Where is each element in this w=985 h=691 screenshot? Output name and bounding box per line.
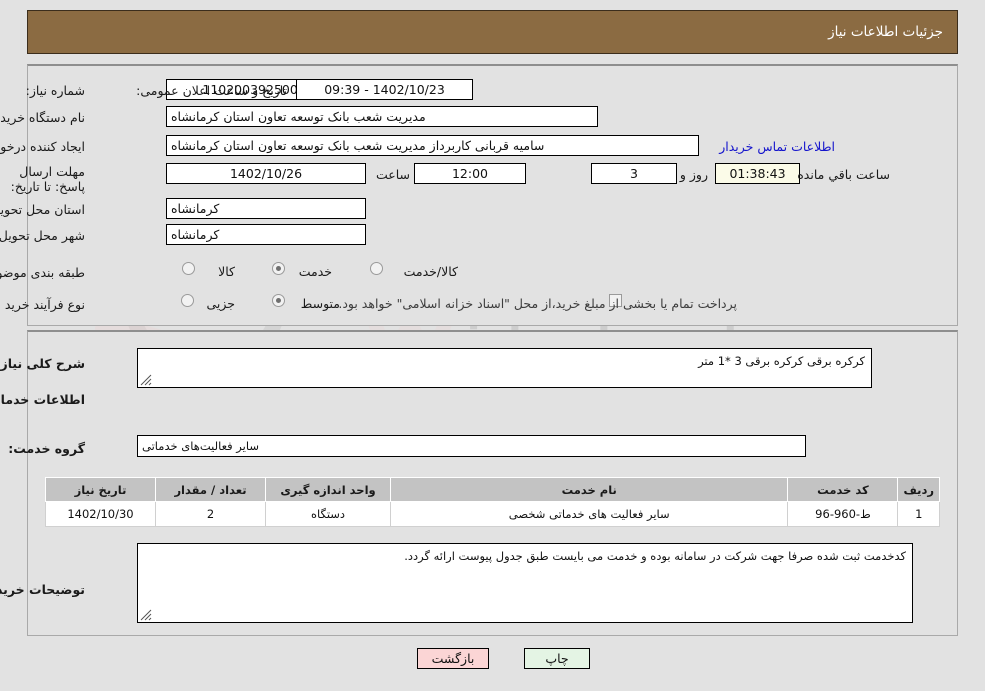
process-option-label-1: متوسط bbox=[300, 296, 340, 311]
category-option-label-2: کالا/خدمت bbox=[403, 264, 458, 279]
table-header-quantity: تعداد / مقدار bbox=[155, 477, 266, 502]
buyer-org-label: نام دستگاه خریدار: bbox=[0, 110, 85, 125]
time-left-field: 01:38:43 bbox=[715, 163, 800, 184]
province-field[interactable]: کرمانشاه bbox=[166, 198, 366, 219]
resize-grip-icon-2[interactable] bbox=[140, 609, 152, 621]
need-number-label: شماره نیاز: bbox=[25, 83, 85, 98]
table-row: 1 ط-960-96 سایر فعالیت های خدماتی شخصی د… bbox=[45, 501, 940, 527]
city-label: شهر محل تحویل: bbox=[0, 228, 85, 243]
cell-quantity: 2 bbox=[155, 501, 266, 527]
table-header-service-name: نام خدمت bbox=[389, 477, 789, 502]
cell-unit: دستگاه bbox=[265, 501, 391, 527]
process-radio-medium[interactable] bbox=[272, 294, 285, 307]
category-radio-goods[interactable] bbox=[182, 262, 195, 275]
process-label: نوع فرآیند خرید : bbox=[0, 297, 85, 312]
buyer-org-field[interactable]: مدیریت شعب بانک توسعه تعاون استان کرمانش… bbox=[166, 106, 598, 127]
announce-datetime-field[interactable]: 1402/10/23 - 09:39 bbox=[296, 79, 473, 100]
province-label: استان محل تحویل: bbox=[0, 202, 85, 217]
cell-need-date: 1402/10/30 bbox=[45, 501, 156, 527]
buyer-notes-textarea[interactable]: کدخدمت ثبت شده صرفا جهت شرکت در سامانه ب… bbox=[137, 543, 913, 623]
table-header-row: ردیف کد خدمت نام خدمت واحد اندازه گیری ت… bbox=[45, 477, 940, 502]
days-left-field[interactable]: 3 bbox=[591, 163, 677, 184]
page-root: AriaTender.net ariatender.net جزئیات اطل… bbox=[0, 0, 985, 691]
category-label: طبقه بندی موضوعی: bbox=[0, 265, 85, 280]
deadline-hour-label: ساعت bbox=[375, 167, 410, 182]
service-group-field[interactable]: سایر فعالیت‌های خدماتی bbox=[137, 435, 806, 457]
need-info-panel bbox=[27, 64, 958, 326]
category-option-label-0: کالا bbox=[218, 264, 235, 279]
announce-datetime-label: تاریخ و ساعت اعلان عمومی: bbox=[136, 83, 287, 98]
process-option-label-0: جزیی bbox=[206, 296, 235, 311]
cell-service-code: ط-960-96 bbox=[787, 501, 899, 527]
page-title: جزئیات اطلاعات نیاز bbox=[828, 24, 943, 40]
treasury-documents-text: پرداخت تمام یا بخشی از مبلغ خرید،از محل … bbox=[338, 296, 737, 311]
back-button[interactable]: بازگشت bbox=[417, 648, 489, 669]
table-header-service-code: کد خدمت bbox=[787, 477, 899, 502]
table-header-need-date: تاریخ نیاز bbox=[45, 477, 156, 502]
description-value: کرکره برقی کرکره برقی 3 *1 متر bbox=[698, 354, 865, 368]
cell-row-no: 1 bbox=[897, 501, 940, 527]
buyer-notes-label: توضیحات خریدار: bbox=[0, 582, 85, 597]
resize-grip-icon[interactable] bbox=[140, 374, 152, 386]
creator-field[interactable]: سامیه قربانی کاربرداز مدیریت شعب بانک تو… bbox=[166, 135, 699, 156]
table-header-row-no: ردیف bbox=[897, 477, 940, 502]
deadline-label: مهلت ارسال پاسخ: تا تاریخ: bbox=[10, 164, 85, 194]
cell-service-name: سایر فعالیت های خدماتی شخصی bbox=[389, 501, 789, 527]
days-left-label: روز و bbox=[679, 167, 708, 182]
category-option-label-1: خدمت bbox=[298, 264, 332, 279]
table-header-unit: واحد اندازه گیری bbox=[265, 477, 391, 502]
deadline-date-field[interactable]: 1402/10/26 bbox=[166, 163, 366, 184]
print-button[interactable]: چاپ bbox=[524, 648, 590, 669]
description-label: شرح کلی نیاز: bbox=[0, 356, 85, 371]
deadline-hour-field[interactable]: 12:00 bbox=[414, 163, 526, 184]
process-radio-minor[interactable] bbox=[181, 294, 194, 307]
time-left-label: ساعت باقي مانده bbox=[797, 167, 890, 182]
page-header: جزئیات اطلاعات نیاز bbox=[27, 10, 958, 54]
creator-label: ایجاد کننده درخواست: bbox=[0, 139, 85, 154]
category-radio-service[interactable] bbox=[272, 262, 285, 275]
city-field[interactable]: کرمانشاه bbox=[166, 224, 366, 245]
services-section-title: اطلاعات خدمات مورد نیاز bbox=[0, 392, 85, 407]
service-group-label: گروه خدمت: bbox=[8, 441, 85, 456]
services-table: ردیف کد خدمت نام خدمت واحد اندازه گیری ت… bbox=[45, 477, 940, 527]
category-radio-goods-service[interactable] bbox=[370, 262, 383, 275]
description-textarea[interactable]: کرکره برقی کرکره برقی 3 *1 متر bbox=[137, 348, 872, 388]
buyer-contact-link[interactable]: اطلاعات تماس خریدار bbox=[719, 139, 835, 154]
buyer-notes-value: کدخدمت ثبت شده صرفا جهت شرکت در سامانه ب… bbox=[404, 549, 906, 563]
